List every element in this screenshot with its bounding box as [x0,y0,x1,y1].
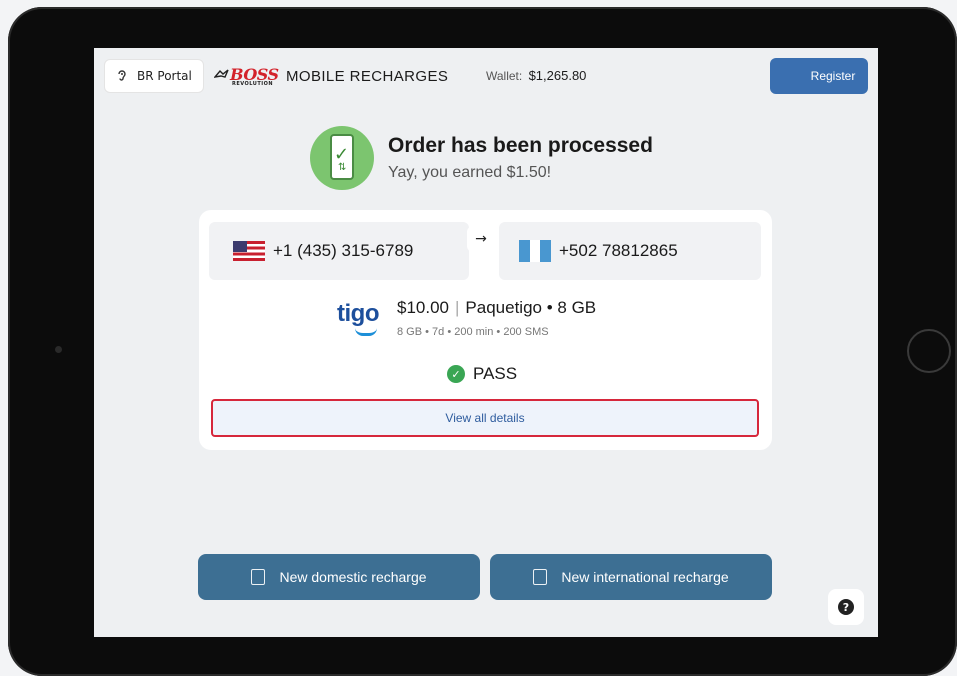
new-international-recharge-button[interactable]: New international recharge [490,554,772,600]
new-domestic-recharge-button[interactable]: New domestic recharge [198,554,480,600]
from-number: +1 (435) 315-6789 [273,241,414,260]
guatemala-flag-icon [519,240,552,262]
header: BR Portal BOSS REVOLUTION MOBILE RECHARG… [94,48,878,104]
app-screen: BR Portal BOSS REVOLUTION MOBILE RECHARG… [94,48,878,637]
wallet: Wallet: $1,265.80 [486,68,586,83]
arrow-right-icon: → [467,226,495,252]
result-status: ✓ PASS [447,364,517,384]
tigo-logo: tigo [337,300,379,336]
home-button[interactable] [907,329,951,373]
to-number: +502 78812865 [559,241,678,260]
plan-title: $10.00 | Paquetigo • 8 GB [397,298,597,317]
plan-amount: $10.00 [397,298,449,317]
bird-icon [213,67,230,83]
phone-globe-icon [533,569,548,585]
register-button[interactable]: Register [770,58,868,94]
status-title: Order has been processed [388,134,653,157]
question-icon: ? [838,599,854,615]
view-all-details-button[interactable]: View all details [211,399,759,437]
plan-name: Paquetigo • 8 GB [465,298,597,317]
domestic-label: New domestic recharge [279,569,427,585]
us-flag-icon [233,241,265,261]
brand-title: MOBILE RECHARGES [286,67,449,85]
ear-icon [115,69,129,83]
order-card: +1 (435) 315-6789 +502 78812865 → tigo $… [199,210,772,450]
br-portal-button[interactable]: BR Portal [104,59,204,93]
check-circle-icon: ✓ [447,365,465,383]
boss-revolution-logo: BOSS REVOLUTION [213,63,279,89]
br-portal-label: BR Portal [137,69,192,83]
phone-recharge-icon [251,569,266,585]
plan-info: tigo $10.00 | Paquetigo • 8 GB 8 GB • 7d •… [337,294,657,346]
camera-icon [55,346,62,353]
to-number-box: +502 78812865 [499,222,761,280]
status-subtitle: Yay, you earned $1.50! [388,164,552,181]
brand: BOSS REVOLUTION MOBILE RECHARGES [213,62,449,90]
order-status: ✓ ⇅ Order has been processed Yay, you ea… [310,126,690,192]
international-label: New international recharge [561,569,729,585]
wallet-value: $1,265.80 [528,68,587,83]
revolution-logo-text: REVOLUTION [232,81,274,87]
phone-check-icon: ✓ ⇅ [310,126,374,190]
wallet-label: Wallet: [486,69,523,83]
plan-details: 8 GB • 7d • 200 min • 200 SMS [397,326,549,338]
tigo-logo-text: tigo [337,300,379,327]
from-number-box: +1 (435) 315-6789 [209,222,469,280]
help-button[interactable]: ? [828,589,864,625]
result-label: PASS [473,364,518,383]
